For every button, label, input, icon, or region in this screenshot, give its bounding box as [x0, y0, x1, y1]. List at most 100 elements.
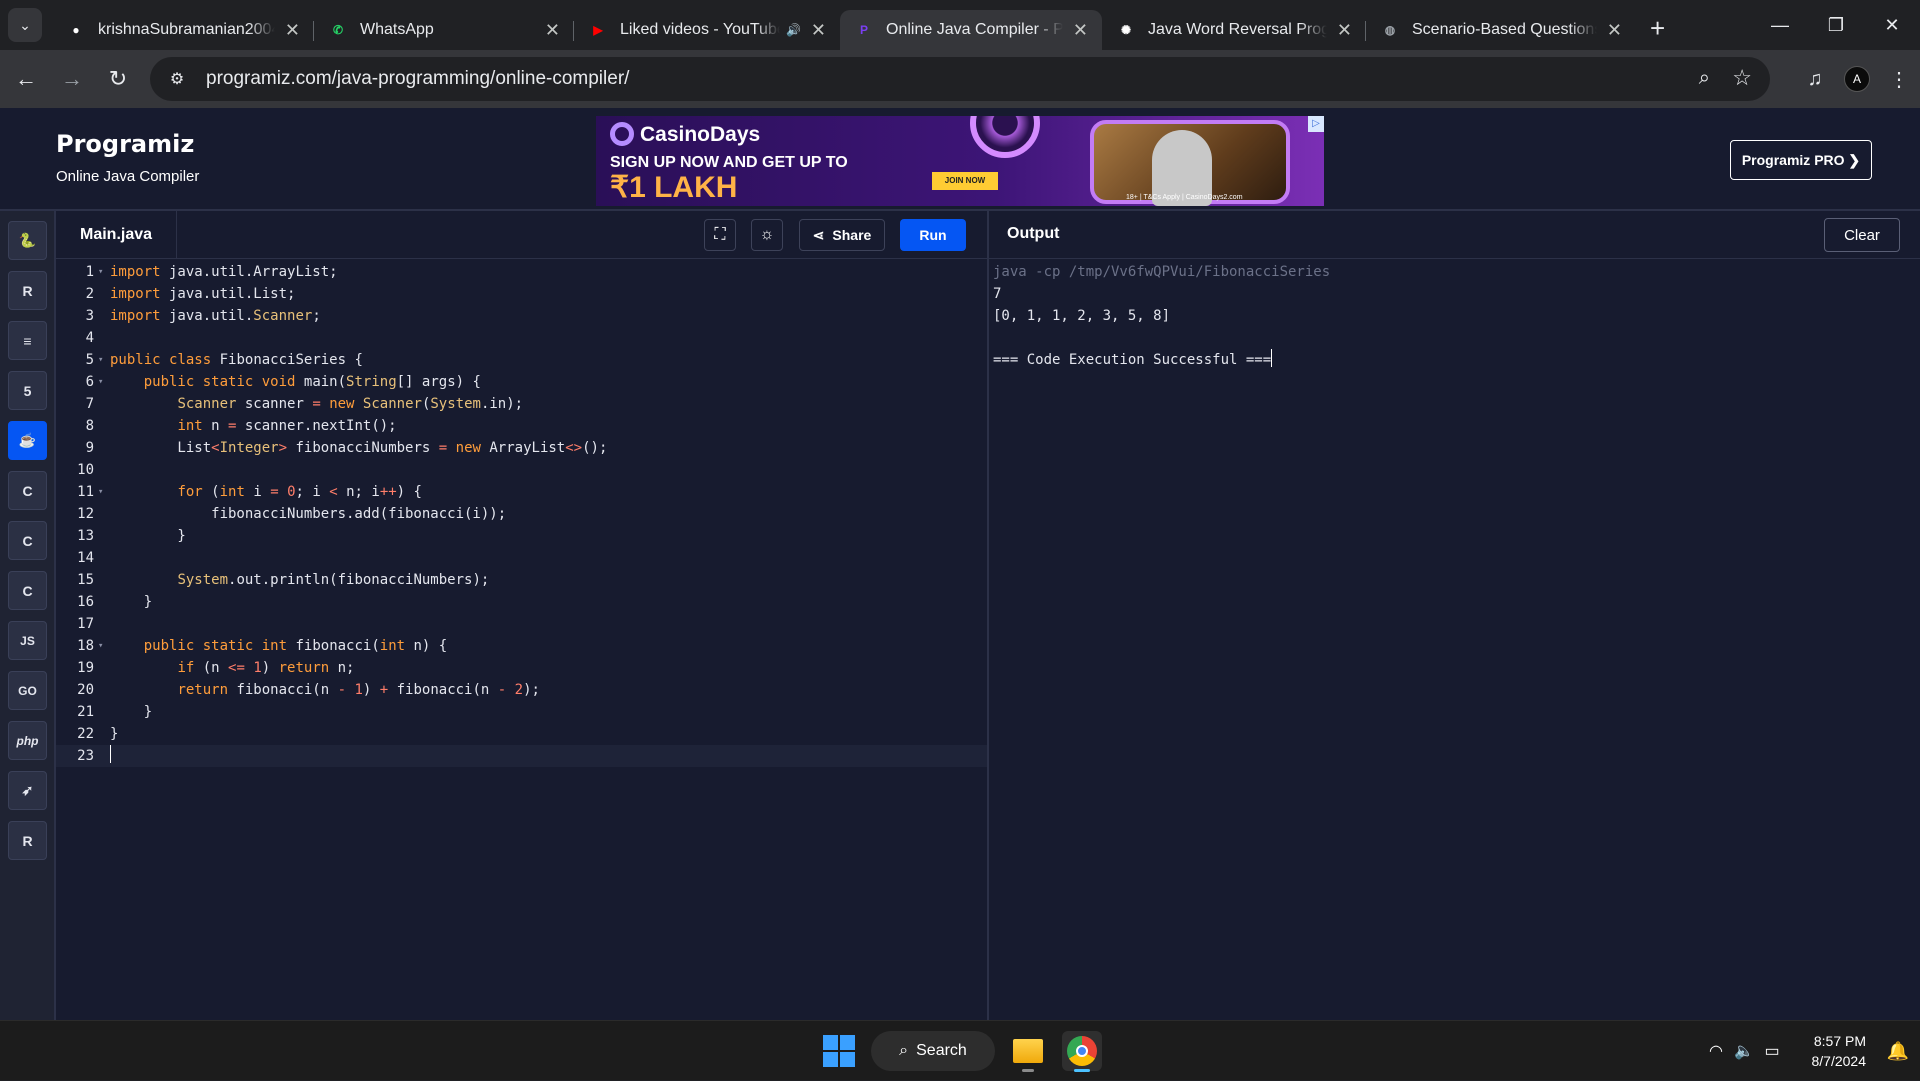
fold-toggle-icon[interactable]: ▾ — [98, 371, 103, 393]
java-language-icon[interactable]: ☕ — [8, 421, 47, 460]
adchoices-icon[interactable]: ▷ — [1308, 116, 1324, 132]
advertisement-banner[interactable]: CasinoDays SIGN UP NOW AND GET UP TO ₹1 … — [596, 116, 1324, 206]
browser-tab[interactable]: ◍ Scenario-Based Questions ✕ — [1366, 10, 1636, 50]
browser-tab[interactable]: P Online Java Compiler - Pro ✕ — [840, 10, 1102, 50]
tab-close-icon[interactable]: ✕ — [1607, 20, 1622, 41]
go-language-icon[interactable]: GO — [8, 671, 47, 710]
volume-icon[interactable]: 🔈 — [1730, 1041, 1758, 1061]
code-line[interactable]: 6 ▾ public static void main(String[] args… — [56, 371, 987, 393]
run-button[interactable]: Run — [900, 219, 966, 251]
battery-icon[interactable]: ▭ — [1758, 1041, 1786, 1061]
tab-title: Java Word Reversal Program — [1148, 21, 1327, 38]
code-line[interactable]: 12 fibonacciNumbers.add(fibonacci(i)); — [56, 503, 987, 525]
clock[interactable]: 8:57 PM 8/7/2024 — [1786, 1031, 1867, 1071]
line-number: 23 — [77, 748, 94, 764]
javascript-language-icon[interactable]: JS — [8, 621, 47, 660]
code-line[interactable]: 20 return fibonacci(n - 1) + fibonacci(n… — [56, 679, 987, 701]
audio-playing-icon[interactable]: 🔊 — [786, 23, 801, 37]
notification-bell-icon[interactable]: 🔔 — [1876, 1041, 1920, 1062]
back-arrow-icon[interactable]: ← — [6, 59, 46, 99]
line-number: 15 — [77, 572, 94, 588]
page-subtitle: Online Java Compiler — [56, 168, 200, 185]
profile-avatar[interactable]: A — [1836, 66, 1878, 92]
r-language-icon[interactable]: R — [8, 271, 47, 310]
tab-close-icon[interactable]: ✕ — [545, 20, 560, 41]
code-line[interactable]: 17 — [56, 613, 987, 635]
code-line[interactable]: 5 ▾ public class FibonacciSeries { — [56, 349, 987, 371]
code-line[interactable]: 2 import java.util.List; — [56, 283, 987, 305]
c-language-icon[interactable]: C — [8, 471, 47, 510]
php-language-icon[interactable]: php — [8, 721, 47, 760]
address-bar[interactable]: ⚙ programiz.com/java-programming/online-… — [150, 57, 1770, 101]
browser-tab[interactable]: ● krishnaSubramanian2004/j ✕ — [52, 10, 314, 50]
sql-language-icon[interactable]: ≡ — [8, 321, 47, 360]
taskbar-search-button[interactable]: ⌕ Search — [871, 1031, 995, 1071]
chrome-app[interactable] — [1062, 1031, 1102, 1072]
python-language-icon[interactable]: 🐍 — [8, 221, 47, 260]
csharp-language-icon[interactable]: C — [8, 571, 47, 610]
browser-tab[interactable]: ▶ Liked videos - YouTube 🔊 ✕ — [574, 10, 840, 50]
file-explorer-app[interactable] — [1008, 1031, 1048, 1072]
windows-start-icon[interactable] — [823, 1035, 855, 1067]
cpp-language-icon[interactable]: C — [8, 521, 47, 560]
tab-search-chevron-icon[interactable]: ⌄ — [8, 8, 42, 42]
reload-icon[interactable]: ↻ — [98, 59, 138, 99]
code-line[interactable]: 19 if (n <= 1) return n; — [56, 657, 987, 679]
media-control-icon[interactable]: ♫ — [1794, 68, 1836, 91]
chrome-menu-icon[interactable]: ⋮ — [1878, 67, 1920, 92]
code-line[interactable]: 18 ▾ public static int fibonacci(int n) { — [56, 635, 987, 657]
fold-toggle-icon[interactable]: ▾ — [98, 481, 103, 503]
line-number: 9 — [85, 440, 94, 456]
wifi-icon[interactable]: ◠ — [1702, 1041, 1730, 1061]
code-text: import java.util.List; — [110, 286, 296, 302]
code-text: if (n <= 1) return n; — [177, 660, 355, 676]
minimize-icon[interactable]: — — [1752, 15, 1808, 36]
programiz-pro-button[interactable]: Programiz PRO ❯ — [1730, 140, 1872, 180]
fold-toggle-icon[interactable]: ▾ — [98, 261, 103, 283]
tab-close-icon[interactable]: ✕ — [285, 20, 300, 41]
code-line[interactable]: 11 ▾ for (int i = 0; i < n; i++) { — [56, 481, 987, 503]
code-line[interactable]: 23 — [56, 745, 987, 767]
code-line[interactable]: 9 List<Integer> fibonacciNumbers = new A… — [56, 437, 987, 459]
tab-close-icon[interactable]: ✕ — [1337, 20, 1352, 41]
zoom-icon[interactable]: ⌕ — [1699, 67, 1710, 90]
fold-toggle-icon[interactable]: ▾ — [98, 349, 103, 371]
browser-tab[interactable]: ✆ WhatsApp ✕ — [314, 10, 574, 50]
theme-toggle-sun-icon[interactable]: ☼ — [751, 219, 783, 251]
tab-close-icon[interactable]: ✕ — [1073, 20, 1088, 41]
rust-language-icon[interactable]: R — [8, 821, 47, 860]
share-label: Share — [832, 227, 872, 243]
tab-close-icon[interactable]: ✕ — [811, 20, 826, 41]
code-line[interactable]: 14 — [56, 547, 987, 569]
code-line[interactable]: 13 } — [56, 525, 987, 547]
share-button[interactable]: ⋖ Share — [799, 219, 885, 251]
forward-arrow-icon[interactable]: → — [52, 59, 92, 99]
restore-icon[interactable]: ❐ — [1808, 15, 1864, 36]
output-console[interactable]: java -cp /tmp/Vv6fwQPVui/FibonacciSeries… — [993, 261, 1330, 371]
file-tab-main-java[interactable]: Main.java — [56, 211, 178, 259]
browser-tab[interactable]: ✺ Java Word Reversal Program ✕ — [1102, 10, 1366, 50]
new-tab-plus-icon[interactable]: + — [1650, 13, 1665, 44]
swift-language-icon[interactable]: ➶ — [8, 771, 47, 810]
fold-toggle-icon[interactable]: ▾ — [98, 635, 103, 657]
site-info-icon[interactable]: ⚙ — [162, 69, 192, 89]
code-line[interactable]: 3 import java.util.Scanner; — [56, 305, 987, 327]
html-language-icon[interactable]: 5 — [8, 371, 47, 410]
url-text[interactable]: programiz.com/java-programming/online-co… — [206, 68, 629, 90]
programiz-logo[interactable]: Programiz — [56, 130, 194, 158]
code-area[interactable]: 1 ▾ import java.util.ArrayList; 2 import jav… — [56, 261, 987, 767]
code-line[interactable]: 15 System.out.println(fibonacciNumbers); — [56, 569, 987, 591]
clear-button[interactable]: Clear — [1824, 218, 1900, 252]
bookmark-star-icon[interactable]: ☆ — [1732, 65, 1752, 91]
code-line[interactable]: 1 ▾ import java.util.ArrayList; — [56, 261, 987, 283]
code-line[interactable]: 7 Scanner scanner = new Scanner(System.i… — [56, 393, 987, 415]
fullscreen-icon[interactable]: ⛶ — [704, 219, 736, 251]
code-line[interactable]: 4 — [56, 327, 987, 349]
code-line[interactable]: 21 } — [56, 701, 987, 723]
code-line[interactable]: 10 — [56, 459, 987, 481]
close-window-icon[interactable]: ✕ — [1864, 15, 1920, 36]
code-line[interactable]: 22} — [56, 723, 987, 745]
code-line[interactable]: 8 int n = scanner.nextInt(); — [56, 415, 987, 437]
ad-join-button[interactable]: JOIN NOW — [932, 172, 998, 190]
code-line[interactable]: 16 } — [56, 591, 987, 613]
